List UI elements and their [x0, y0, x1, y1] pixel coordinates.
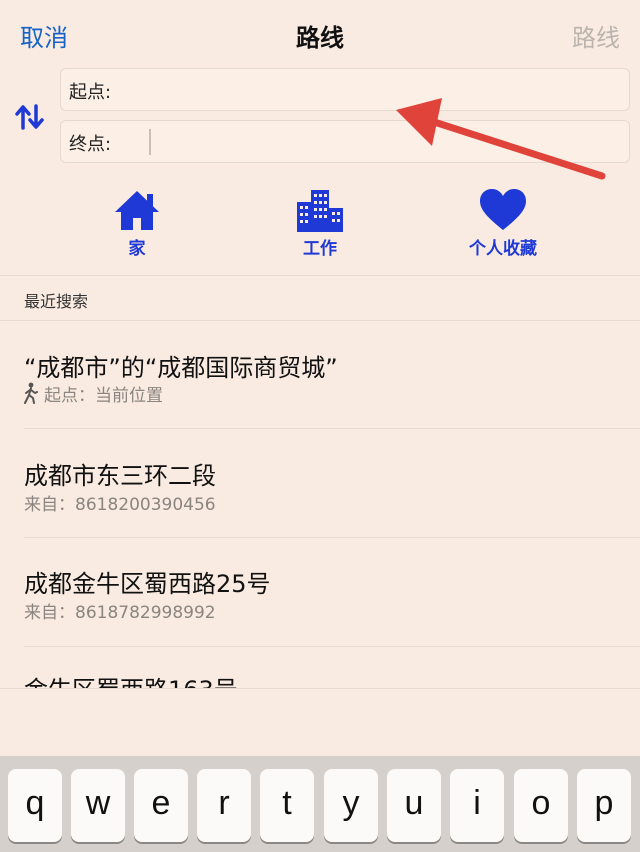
list-item[interactable]: 金牛区蜀西路163号 [0, 648, 640, 688]
swap-icon[interactable] [14, 102, 46, 132]
list-item-subtitle: 来自：8618782998992 [24, 603, 216, 623]
list-item-title: “成都市”的“成都国际商贸城” [24, 354, 338, 382]
home-icon [115, 191, 159, 230]
route-button[interactable]: 路线 [572, 18, 620, 53]
list-item[interactable]: “成都市”的“成都国际商贸城” 起点：当前位置 [0, 320, 640, 428]
list-item[interactable]: 成都市东三环二段 来自：8618200390456 [0, 429, 640, 537]
list-item[interactable]: 成都金牛区蜀西路25号 来自：8618782998992 [0, 538, 640, 646]
key-r[interactable]: r [197, 769, 251, 842]
key-t[interactable]: t [260, 769, 314, 842]
office-building-icon [297, 190, 343, 232]
list-item-subtitle: 来自：8618200390456 [24, 495, 216, 515]
home-shortcut[interactable]: 家 [72, 188, 202, 268]
recent-searches-title: 最近搜索 [24, 292, 89, 311]
favorites-label: 个人收藏 [469, 239, 537, 259]
home-label: 家 [128, 239, 146, 259]
list-item-title: 金牛区蜀西路163号 [24, 670, 238, 688]
key-u[interactable]: u [387, 769, 441, 842]
start-label: 起点: [69, 82, 112, 103]
walking-icon [24, 382, 38, 404]
keyboard: q w e r t y u i o p [0, 756, 640, 852]
list-item-title: 成都金牛区蜀西路25号 [24, 570, 271, 598]
key-q[interactable]: q [8, 769, 62, 842]
text-cursor [149, 129, 151, 155]
list-item-title: 成都市东三环二段 [24, 462, 216, 490]
list-item-subtitle-text: 起点：当前位置 [44, 386, 163, 406]
key-i[interactable]: i [450, 769, 504, 842]
favorites-shortcut[interactable]: 个人收藏 [438, 188, 568, 268]
end-label: 终点: [69, 134, 112, 155]
annotation-arrow [390, 96, 610, 186]
list-item-subtitle: 起点：当前位置 [22, 381, 163, 406]
divider [24, 646, 640, 647]
key-e[interactable]: e [134, 769, 188, 842]
divider [0, 275, 640, 276]
key-p[interactable]: p [577, 769, 631, 842]
key-w[interactable]: w [71, 769, 125, 842]
navigation-bar: 取消 路线 路线 [0, 0, 640, 68]
work-shortcut[interactable]: 工作 [255, 188, 385, 268]
divider [0, 688, 640, 689]
key-o[interactable]: o [514, 769, 568, 842]
work-label: 工作 [303, 239, 337, 259]
heart-icon [480, 189, 526, 230]
page-title: 路线 [296, 24, 344, 52]
key-y[interactable]: y [324, 769, 378, 842]
